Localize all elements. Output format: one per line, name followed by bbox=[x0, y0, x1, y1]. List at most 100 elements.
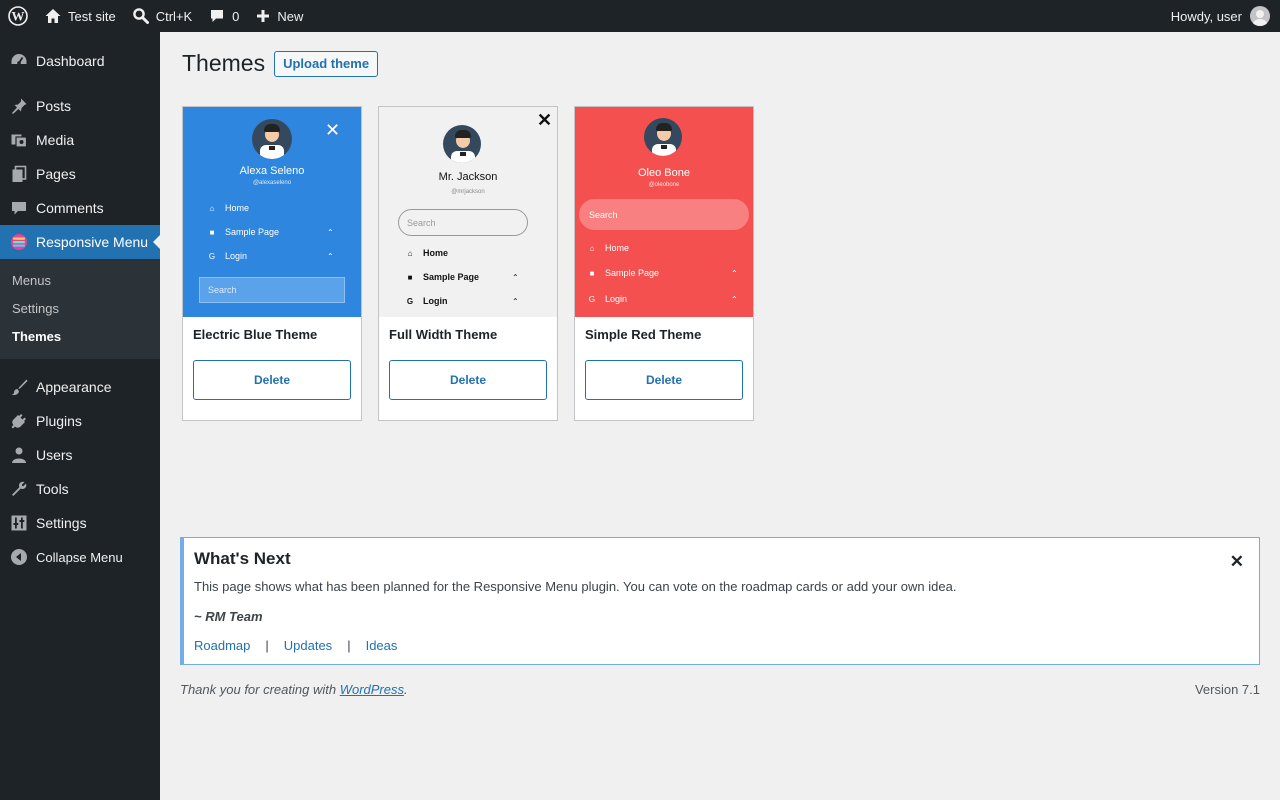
main-content: Themes Upload theme ✕ Alexa Seleno @alex… bbox=[160, 32, 1280, 800]
sidebar-item-appearance[interactable]: Appearance bbox=[0, 370, 160, 404]
my-account[interactable]: Howdy, user bbox=[1171, 6, 1280, 26]
theme-preview[interactable]: ✕ Mr. Jackson @mrjackson Search ⌂ Home ■ S… bbox=[379, 107, 557, 317]
new-content-link[interactable]: New bbox=[247, 0, 311, 32]
sidebar-item-label: Plugins bbox=[36, 413, 82, 429]
delete-theme-button[interactable]: Delete bbox=[585, 360, 743, 400]
sidebar-item-label: Comments bbox=[36, 200, 104, 216]
brush-icon bbox=[10, 378, 28, 396]
home-icon: ⌂ bbox=[589, 243, 595, 253]
sidebar-item-users[interactable]: Users bbox=[0, 438, 160, 472]
preview-close-icon: ✕ bbox=[537, 110, 553, 130]
dashboard-icon bbox=[10, 52, 28, 70]
preview-search-field: Search bbox=[579, 199, 749, 230]
sidebar-item-posts[interactable]: Posts bbox=[0, 89, 160, 123]
sidebar-item-pages[interactable]: Pages bbox=[0, 157, 160, 191]
pin-icon bbox=[10, 97, 28, 115]
google-icon: G bbox=[588, 294, 596, 304]
submenu-item-themes[interactable]: Themes bbox=[0, 322, 160, 350]
sidebar-item-label: Responsive Menu bbox=[36, 234, 149, 250]
user-icon bbox=[10, 446, 28, 464]
delete-theme-button[interactable]: Delete bbox=[389, 360, 547, 400]
google-icon: G bbox=[406, 296, 414, 306]
chevron-up-icon: ⌃ bbox=[327, 252, 334, 261]
home-icon bbox=[44, 7, 62, 25]
sidebar-item-media[interactable]: Media bbox=[0, 123, 160, 157]
ideas-link[interactable]: Ideas bbox=[366, 638, 398, 653]
sidebar-item-label: Posts bbox=[36, 98, 72, 114]
plus-icon bbox=[255, 8, 271, 24]
preview-person-handle: @alexaseleno bbox=[252, 180, 292, 186]
preview-search-field: Search bbox=[398, 209, 528, 236]
plug-icon bbox=[10, 412, 28, 430]
page-header: Themes Upload theme bbox=[182, 50, 379, 77]
roadmap-link[interactable]: Roadmap bbox=[194, 638, 250, 653]
sidebar-item-label: Settings bbox=[36, 515, 87, 531]
site-name-link[interactable]: Test site bbox=[36, 0, 124, 32]
site-name: Test site bbox=[68, 8, 116, 24]
comments-link[interactable]: 0 bbox=[200, 0, 247, 32]
preview-menu-sample-page: ■ Sample Page bbox=[207, 227, 279, 237]
pages-icon bbox=[10, 165, 28, 183]
wordpress-logo-icon[interactable]: W bbox=[0, 0, 36, 32]
sidebar-item-tools[interactable]: Tools bbox=[0, 472, 160, 506]
comments-count: 0 bbox=[232, 8, 240, 24]
footer-version: Version 7.1 bbox=[1194, 682, 1260, 697]
close-icon[interactable]: ✕ bbox=[1230, 553, 1244, 570]
theme-card-full-width: ✕ Mr. Jackson @mrjackson Search ⌂ Home ■ S… bbox=[378, 106, 558, 421]
preview-search-field: Search bbox=[199, 277, 345, 303]
themes-grid: ✕ Alexa Seleno @alexaseleno ⌂ Home ■ Sampl… bbox=[182, 106, 754, 421]
chevron-up-icon: ⌃ bbox=[512, 297, 519, 306]
home-icon: ⌂ bbox=[209, 203, 215, 213]
preview-menu-home: ⌂ Home bbox=[207, 203, 249, 213]
sidebar-item-label: Tools bbox=[36, 481, 69, 497]
sidebar-item-dashboard[interactable]: Dashboard bbox=[0, 44, 160, 78]
sidebar-item-settings[interactable]: Settings bbox=[0, 506, 160, 540]
link-separator: | bbox=[347, 638, 351, 653]
home-icon: ⌂ bbox=[407, 248, 413, 258]
notice-title: What's Next bbox=[194, 549, 291, 568]
sidebar-item-label: Dashboard bbox=[36, 53, 105, 69]
theme-preview[interactable]: ✕ Alexa Seleno @alexaseleno ⌂ Home ■ Sampl… bbox=[183, 107, 361, 317]
wrench-icon bbox=[10, 480, 28, 498]
chevron-up-icon: ⌃ bbox=[731, 295, 738, 304]
submenu-item-settings[interactable]: Settings bbox=[0, 294, 160, 322]
preview-person-handle: @oleobone bbox=[648, 182, 680, 188]
preview-menu-login: G Login bbox=[208, 251, 248, 261]
sidebar-item-responsive-menu[interactable]: Responsive Menu bbox=[0, 225, 160, 259]
preview-person-name: Alexa Seleno bbox=[239, 165, 305, 177]
upload-theme-button[interactable]: Upload theme bbox=[274, 50, 379, 77]
chevron-up-icon: ⌃ bbox=[327, 228, 334, 237]
preview-menu-sample-page: ■ Sample Page bbox=[587, 268, 659, 278]
search-shortcut: Ctrl+K bbox=[155, 8, 193, 24]
theme-preview[interactable]: Oleo Bone @oleobone Search ⌂ Home ■ Sample… bbox=[575, 107, 753, 317]
link-separator: | bbox=[265, 638, 269, 653]
page-title: Themes bbox=[182, 50, 266, 76]
notice-links: Roadmap | Updates | Ideas bbox=[194, 638, 397, 653]
search-link[interactable]: Ctrl+K bbox=[124, 0, 200, 32]
theme-name: Simple Red Theme bbox=[585, 327, 702, 342]
wordpress-link[interactable]: WordPress bbox=[340, 682, 404, 697]
preview-menu-sample-page: ■ Sample Page bbox=[405, 272, 479, 282]
collapse-menu-label: Collapse Menu bbox=[36, 549, 123, 565]
submenu-item-menus[interactable]: Menus bbox=[0, 266, 160, 294]
sidebar-item-label: Appearance bbox=[36, 379, 112, 395]
folder-icon: ■ bbox=[589, 268, 595, 278]
howdy-text: Howdy, user bbox=[1170, 8, 1242, 24]
updates-link[interactable]: Updates bbox=[284, 638, 332, 653]
sidebar-item-label: Users bbox=[36, 447, 73, 463]
media-icon bbox=[10, 131, 28, 149]
preview-menu-login: G Login bbox=[588, 294, 628, 304]
responsive-menu-submenu: Menus Settings Themes bbox=[0, 259, 160, 359]
preview-close-icon: ✕ bbox=[325, 120, 341, 140]
preview-avatar-icon bbox=[443, 125, 481, 163]
folder-icon: ■ bbox=[407, 272, 413, 282]
preview-menu-login: G Login bbox=[406, 296, 448, 306]
sidebar-item-plugins[interactable]: Plugins bbox=[0, 404, 160, 438]
theme-name: Electric Blue Theme bbox=[193, 327, 318, 342]
sidebar-item-comments[interactable]: Comments bbox=[0, 191, 160, 225]
search-icon bbox=[132, 7, 150, 25]
responsive-menu-icon bbox=[10, 233, 28, 251]
collapse-menu-button[interactable]: Collapse Menu bbox=[0, 540, 160, 574]
settings-sliders-icon bbox=[10, 514, 28, 532]
delete-theme-button[interactable]: Delete bbox=[193, 360, 351, 400]
